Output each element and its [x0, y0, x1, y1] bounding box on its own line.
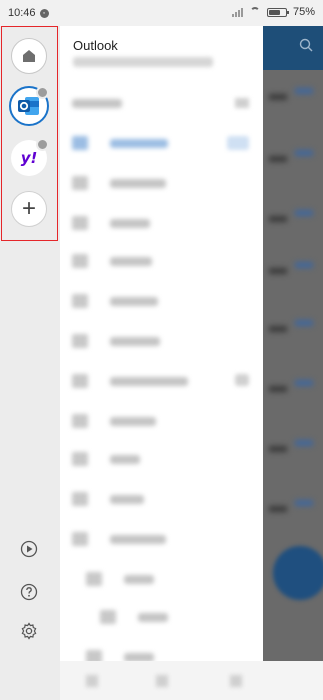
status-bar: 10:46 ◦ 75% — [0, 0, 323, 26]
app-header — [263, 26, 323, 70]
bottom-nav-bar — [60, 661, 323, 700]
outlook-logo-icon — [18, 97, 39, 115]
outlook-account-button[interactable] — [9, 86, 49, 126]
account-rail: y! + — [0, 26, 60, 700]
help-button[interactable] — [18, 581, 40, 603]
mail-row — [263, 146, 323, 182]
folder-item[interactable] — [72, 292, 158, 310]
battery-icon — [266, 7, 289, 17]
account-email-redacted — [73, 57, 213, 67]
folder-item[interactable] — [72, 372, 188, 390]
folder-item[interactable] — [72, 332, 160, 350]
folder-item[interactable] — [72, 530, 166, 548]
mail-row — [263, 496, 323, 532]
wifi-icon — [249, 7, 261, 17]
settings-button[interactable] — [18, 620, 40, 642]
drawer-title: Outlook — [73, 38, 118, 53]
nav-back-icon[interactable] — [230, 675, 242, 687]
folder-drawer: Outlook — [60, 26, 263, 700]
home-account-button[interactable] — [11, 38, 47, 74]
status-time: 10:46 — [8, 7, 36, 19]
yahoo-logo-icon: y! — [20, 149, 38, 167]
folder-item[interactable] — [72, 450, 140, 468]
mail-row — [263, 316, 323, 352]
folder-count-badge — [227, 136, 249, 150]
mail-row — [263, 258, 323, 294]
battery-percent: 75% — [292, 6, 315, 18]
compose-fab — [273, 546, 323, 600]
home-icon — [23, 50, 35, 62]
subfolder-item[interactable] — [86, 570, 154, 588]
folder-item[interactable] — [72, 252, 152, 270]
folder-item[interactable] — [72, 134, 168, 152]
mail-row — [263, 206, 323, 242]
nav-menu-icon[interactable] — [86, 675, 98, 687]
plus-icon: + — [21, 195, 36, 222]
yahoo-account-button[interactable]: y! — [11, 138, 49, 176]
edit-icon[interactable] — [235, 98, 249, 108]
nav-home-icon[interactable] — [156, 675, 168, 687]
unread-dot — [36, 86, 49, 99]
mail-row — [263, 436, 323, 472]
folder-item[interactable] — [72, 412, 156, 430]
status-indicators: 75% — [231, 6, 315, 18]
mail-row — [263, 376, 323, 412]
help-icon — [20, 583, 38, 601]
settings-gear-icon — [21, 622, 37, 640]
folder-item[interactable] — [72, 214, 150, 232]
signal-icon — [231, 7, 243, 17]
play-circle-icon — [20, 540, 38, 558]
folder-count — [235, 374, 249, 386]
folder-item[interactable] — [72, 490, 144, 508]
play-circle-button[interactable] — [18, 538, 40, 560]
add-account-button[interactable]: + — [11, 191, 47, 227]
folders-header — [72, 94, 122, 112]
folder-item[interactable] — [72, 174, 166, 192]
notification-icon: ◦ — [39, 8, 49, 18]
search-icon — [299, 38, 313, 52]
subfolder-item[interactable] — [100, 608, 168, 626]
dimmed-mail-list[interactable] — [263, 26, 323, 661]
unread-dot — [36, 138, 49, 151]
mail-row — [263, 84, 323, 120]
